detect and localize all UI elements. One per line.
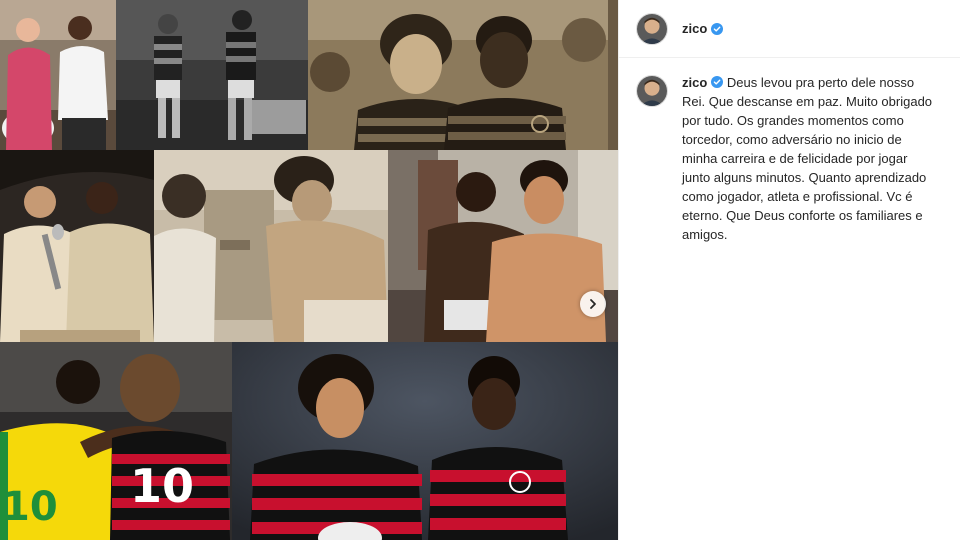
photo-sepia-locker-room: [154, 150, 388, 342]
photo-two-flamengo-players: [232, 342, 618, 540]
caption-text: Deus levou pra perto dele nosso Rei. Que…: [682, 75, 933, 242]
post-caption: zico Deus levou pra perto dele nosso Rei…: [619, 58, 960, 244]
photo-players-embrace-number-10: 10 10: [0, 342, 232, 540]
photo-players-on-field: [116, 0, 308, 150]
caption-username-link[interactable]: zico: [682, 75, 707, 90]
avatar[interactable]: [636, 12, 668, 45]
next-photo-button[interactable]: [580, 291, 606, 317]
jersey-number-right: 10: [130, 459, 194, 513]
caption-text-block: zico Deus levou pra perto dele nosso Rei…: [682, 73, 937, 244]
post-media-collage[interactable]: 10 10: [0, 0, 618, 540]
caption-avatar[interactable]: [636, 75, 668, 107]
photo-sepia-team-portrait: [308, 0, 618, 150]
jersey-number-left: 10: [2, 484, 58, 530]
photo-interview-microphone: [0, 150, 154, 342]
post-header: zico: [619, 0, 960, 58]
chevron-right-icon: [590, 299, 596, 309]
username-link[interactable]: zico: [682, 21, 707, 36]
post-details-panel: zico zico Deus levou pra perto dele noss…: [618, 0, 960, 540]
photo-two-men-posing: [0, 0, 116, 150]
verified-badge-icon: [711, 76, 724, 88]
verified-badge-icon: [711, 22, 724, 35]
